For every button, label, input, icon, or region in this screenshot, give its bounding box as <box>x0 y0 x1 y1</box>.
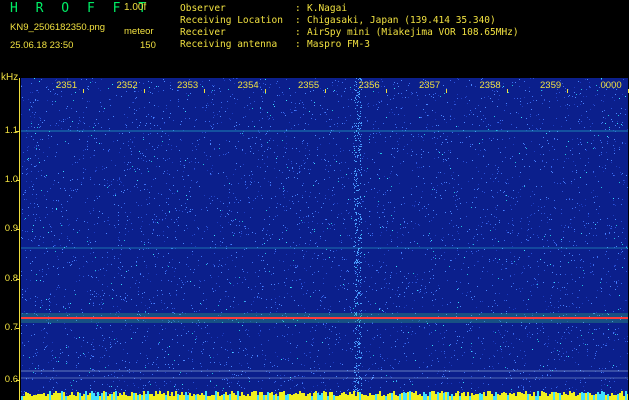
meteor-count: 150 <box>140 40 156 51</box>
info-label: Receiver <box>180 27 226 38</box>
x-tick-label: 0000 <box>600 80 622 91</box>
info-row-antenna: Receiving antenna: Maspro FM-3 <box>180 39 370 50</box>
y-axis-line <box>19 78 20 400</box>
x-tick-label: 2351 <box>56 80 78 91</box>
info-value: K.Nagai <box>307 3 348 14</box>
x-tick-label: 2352 <box>116 80 138 91</box>
info-row-location: Receiving Location: Chigasaki, Japan (139… <box>180 15 496 26</box>
x-tick-mark <box>506 89 508 93</box>
x-tick-label: 2355 <box>298 80 320 91</box>
mode-label: meteor <box>124 26 154 37</box>
version-label: 1.00f <box>124 2 147 13</box>
info-label: Observer <box>180 3 226 14</box>
x-tick-mark <box>325 89 326 93</box>
y-tick-mark <box>16 131 20 132</box>
x-tick-mark <box>446 89 447 93</box>
spectrogram-plot <box>21 78 628 400</box>
info-value: Chigasaki, Japan (139.414 35.340) <box>307 15 496 26</box>
y-tick-mark <box>16 279 20 280</box>
y-tick-mark <box>16 380 20 381</box>
y-tick-mark <box>16 229 20 230</box>
header-panel: H R O F F T 1.00f KN9_2506182350.png met… <box>0 0 629 78</box>
x-tick-label: 2359 <box>540 80 562 91</box>
x-tick-label: 2354 <box>237 80 259 91</box>
y-axis-unit: kHz <box>1 72 19 83</box>
spectrogram-background <box>21 78 628 400</box>
info-row-receiver: Receiver: AirSpy mini (Miakejima VOR 108.… <box>180 27 519 38</box>
x-tick-label: 2358 <box>479 80 501 91</box>
info-value: Maspro FM-3 <box>307 39 370 50</box>
x-tick-mark <box>204 89 205 93</box>
x-tick-mark <box>143 89 145 93</box>
info-label: Receiving antenna <box>180 39 278 50</box>
info-label: Receiving Location <box>180 15 283 26</box>
x-tick-label: 2357 <box>419 80 441 91</box>
x-tick-label: 2353 <box>177 80 199 91</box>
y-tick-mark <box>16 180 20 181</box>
x-tick-mark <box>627 89 629 93</box>
info-value: AirSpy mini (Miakejima VOR 108.65MHz) <box>307 27 519 38</box>
x-tick-mark <box>264 89 266 93</box>
y-tick-mark <box>16 328 20 329</box>
station-info: Observer: K.Nagai Receiving Location: Chig… <box>180 3 519 51</box>
file-name: KN9_2506182350.png <box>10 22 106 33</box>
spectrogram-image <box>21 78 628 400</box>
x-tick-mark <box>385 89 387 93</box>
date-time: 25.06.18 23:50 <box>10 40 74 51</box>
x-tick-mark <box>83 89 84 93</box>
info-row-observer: Observer: K.Nagai <box>180 3 348 14</box>
x-tick-mark <box>567 89 568 93</box>
x-tick-label: 2356 <box>358 80 380 91</box>
